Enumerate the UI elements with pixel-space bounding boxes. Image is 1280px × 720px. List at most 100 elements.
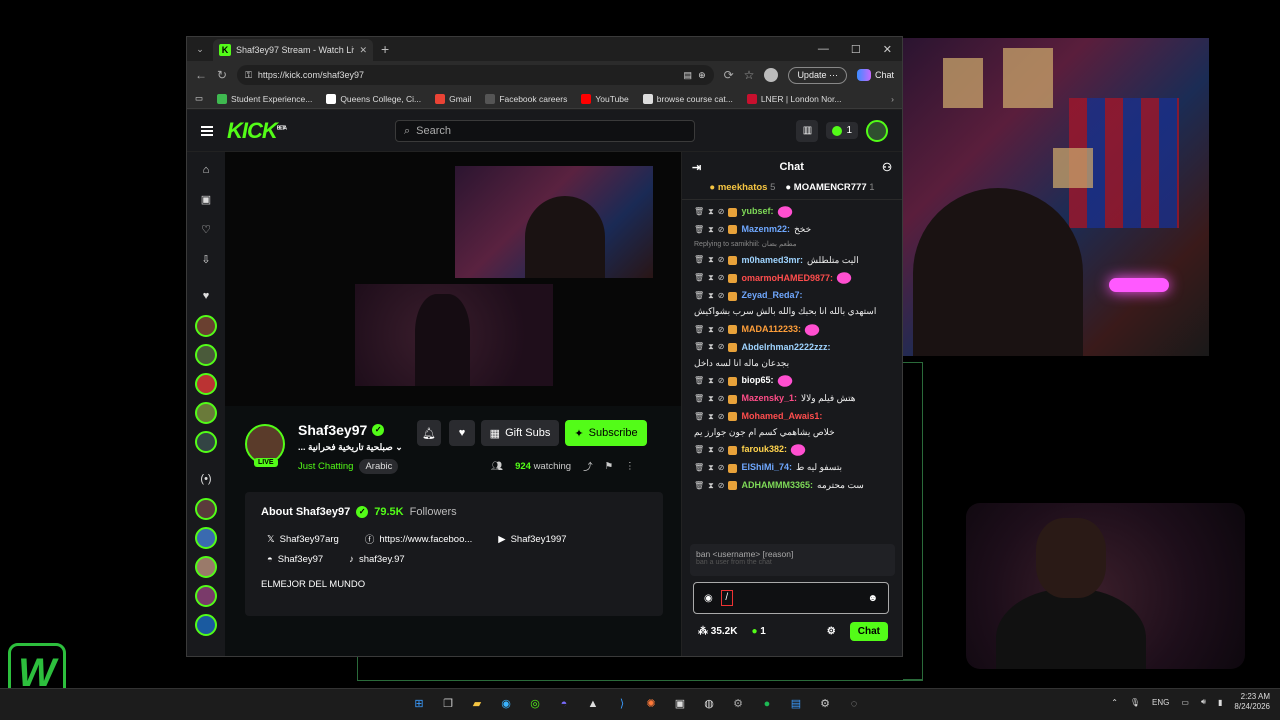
delete-icon[interactable]: 🗑︎ (694, 207, 704, 217)
app-icon[interactable]: ▲ (584, 695, 602, 713)
delete-icon[interactable]: 🗑︎ (694, 445, 704, 455)
obs-icon[interactable]: ◍ (700, 695, 718, 713)
chat-message[interactable]: 🗑︎ ⧗ ⊘ Mohamed_Awais1: خلاص يشاهمي كسم ام جو… (694, 411, 894, 438)
microphone-icon[interactable]: 🎙︎ (1130, 698, 1140, 707)
timeout-icon[interactable]: ⧗ (708, 463, 714, 473)
ban-icon[interactable]: ⊘ (718, 412, 725, 422)
app-icon[interactable]: ▣ (671, 695, 689, 713)
ban-icon[interactable]: ⊘ (718, 291, 725, 301)
bookmark-item[interactable]: LNER | London Nor... (746, 93, 841, 104)
copilot-chat-button[interactable]: Chat (856, 69, 894, 81)
delete-icon[interactable]: 🗑︎ (694, 255, 704, 265)
ban-icon[interactable]: ⊘ (718, 445, 725, 455)
steam-icon[interactable]: ⚙ (816, 695, 834, 713)
ban-icon[interactable]: ⊘ (718, 463, 725, 473)
chat-username[interactable]: yubsef: (741, 206, 773, 218)
extensions-icon[interactable]: ⟳ (724, 68, 734, 82)
language-tag[interactable]: Arabic (359, 459, 399, 474)
clips-icon[interactable]: ⇩ (187, 248, 225, 272)
chat-settings-dot-icon[interactable]: ◉ (704, 593, 713, 604)
settings-icon[interactable]: ⚙ (729, 695, 747, 713)
chat-message[interactable]: 🗑︎ ⧗ ⊘ MADA112233: (694, 321, 894, 339)
command-suggestion[interactable]: ban <username> [reason] ban a user from … (690, 544, 895, 576)
delete-icon[interactable]: 🗑︎ (694, 325, 704, 335)
ban-icon[interactable]: ⊘ (718, 225, 725, 235)
emoji-icon[interactable]: ☻ (867, 593, 878, 604)
tab-list-icon[interactable]: ⌄ (187, 44, 213, 55)
sidebar-toggle-icon[interactable]: ▭ (195, 93, 203, 104)
delete-icon[interactable]: 🗑︎ (694, 273, 704, 283)
timeout-icon[interactable]: ⧗ (708, 376, 714, 386)
chat-message[interactable]: 🗑︎ ⧗ ⊘ farouk382: (694, 441, 894, 459)
new-tab-icon[interactable]: + (381, 41, 389, 57)
timeout-icon[interactable]: ⧗ (708, 255, 714, 265)
channel-name[interactable]: Shaf3ey97 ✓ (298, 422, 385, 438)
chat-message[interactable]: 🗑︎ ⧗ ⊘ omarmoHAMED9877: (694, 270, 894, 287)
share-icon[interactable]: ⤴ (583, 459, 593, 473)
social-link-youtube[interactable]: ▶ Shaf3ey1997 (498, 532, 566, 546)
send-chat-button[interactable]: Chat (849, 622, 888, 641)
bookmark-item[interactable]: Facebook careers (485, 93, 567, 104)
chat-message[interactable]: 🗑︎ ⧗ ⊘ Abdelrhman2222zzz: بجدعان ماله انا لس… (694, 342, 894, 369)
vscode-icon[interactable]: ⟩ (613, 695, 631, 713)
bookmark-item[interactable]: Gmail (435, 93, 471, 104)
kicks-footer[interactable]: ● 1 (751, 626, 765, 637)
menu-icon[interactable] (201, 125, 213, 136)
followed-channel-avatar[interactable] (195, 402, 217, 424)
browse-icon[interactable]: ▥ (796, 119, 819, 142)
report-icon[interactable]: ⚑ (605, 461, 614, 472)
refresh-icon[interactable]: ↻ (217, 68, 227, 82)
timeout-icon[interactable]: ⧗ (708, 445, 714, 455)
app-icon[interactable]: ✺ (642, 695, 660, 713)
timeout-icon[interactable]: ⧗ (708, 325, 714, 335)
ban-icon[interactable]: ⊘ (718, 342, 725, 352)
chat-username[interactable]: Zeyad_Reda7: (741, 290, 802, 302)
followed-channel-avatar[interactable] (195, 373, 217, 395)
video-player[interactable] (225, 152, 681, 406)
recommended-channel-avatar[interactable] (195, 614, 217, 636)
clock[interactable]: 2:23 AM 8/24/2026 (1234, 692, 1270, 713)
ban-icon[interactable]: ⊘ (718, 255, 725, 265)
notification-bell-button[interactable]: 🔔︎ (417, 420, 441, 446)
recommended-channel-avatar[interactable] (195, 585, 217, 607)
bookmark-item[interactable]: YouTube (581, 93, 629, 104)
notepad-icon[interactable]: ▤ (787, 695, 805, 713)
kicks-balance[interactable]: 1 (826, 122, 858, 139)
ban-icon[interactable]: ⊘ (718, 273, 725, 283)
timeout-icon[interactable]: ⧗ (708, 342, 714, 352)
social-link-tiktok[interactable]: ♪ shaf3ey.97 (349, 554, 405, 565)
chat-message[interactable]: 🗑︎ ⧗ ⊘ biop65: (694, 372, 894, 390)
follow-button[interactable]: ♥ (449, 420, 475, 446)
more-options-icon[interactable]: ⋮ (625, 461, 635, 472)
delete-icon[interactable]: 🗑︎ (694, 291, 704, 301)
recommended-channel-avatar[interactable] (195, 556, 217, 578)
chat-username[interactable]: Mazenm22: (741, 224, 790, 236)
chat-username[interactable]: ElShiMi_74: (741, 462, 792, 474)
delete-icon[interactable]: 🗑︎ (694, 342, 704, 352)
delete-icon[interactable]: 🗑︎ (694, 412, 704, 422)
chat-username[interactable]: biop65: (741, 375, 773, 387)
chat-username[interactable]: Abdelrhman2222zzz: (741, 342, 830, 354)
ban-icon[interactable]: ⊘ (718, 394, 725, 404)
reader-icon[interactable]: ▤ (684, 70, 693, 81)
app-icon[interactable]: ◎ (526, 695, 544, 713)
chat-message[interactable]: 🗑︎ ⧗ ⊘ ADHAMMM3365: ست محترمه (694, 480, 894, 492)
file-explorer-icon[interactable]: ▰ (468, 695, 486, 713)
chat-username[interactable]: farouk382: (741, 444, 787, 456)
delete-icon[interactable]: 🗑︎ (694, 225, 704, 235)
kick-logo[interactable]: KICKBETA (227, 118, 287, 144)
chevron-right-icon[interactable]: › (891, 94, 894, 104)
timeout-icon[interactable]: ⧗ (708, 273, 714, 283)
timeout-icon[interactable]: ⧗ (708, 412, 714, 422)
chat-message[interactable]: 🗑︎ ⧗ ⊘ Mazensky_1: هتش فيلم ولالا (694, 393, 894, 405)
update-button[interactable]: Update ⋯ (788, 66, 847, 84)
minimize-icon[interactable]: — (818, 43, 829, 56)
search-input[interactable]: ⌕ Search (395, 120, 695, 142)
chat-username[interactable]: Mazensky_1: (741, 393, 797, 405)
close-tab-icon[interactable]: ✕ (359, 45, 367, 56)
delete-icon[interactable]: 🗑︎ (694, 376, 704, 386)
delete-icon[interactable]: 🗑︎ (694, 481, 704, 491)
delete-icon[interactable]: 🗑︎ (694, 463, 704, 473)
gifter-item[interactable]: ● meekhatos 5 (709, 182, 775, 199)
chat-username[interactable]: omarmoHAMED9877: (741, 273, 833, 285)
